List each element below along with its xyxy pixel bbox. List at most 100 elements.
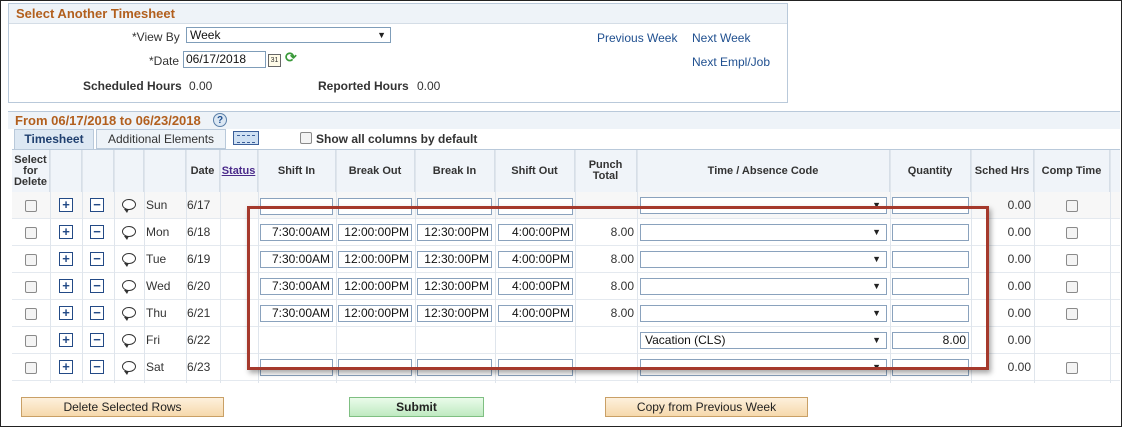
- punch-total-value: 8.00: [610, 252, 634, 266]
- day-date: 6/17: [187, 198, 211, 212]
- quantity-input[interactable]: [892, 305, 969, 322]
- shift-out-input[interactable]: 4:00:00PM: [498, 305, 573, 322]
- break-out-input[interactable]: [338, 198, 412, 215]
- comp-time-checkbox[interactable]: [1066, 254, 1078, 266]
- shift-out-input[interactable]: [498, 198, 573, 215]
- select-for-delete-checkbox[interactable]: [25, 335, 37, 347]
- quantity-input[interactable]: [892, 197, 969, 214]
- next-week-link[interactable]: Next Week: [692, 31, 750, 45]
- add-row-icon[interactable]: +: [59, 360, 73, 374]
- add-row-icon[interactable]: +: [59, 333, 73, 347]
- comp-time-checkbox[interactable]: [1066, 308, 1078, 320]
- copy-from-previous-week-button[interactable]: Copy from Previous Week: [605, 397, 808, 417]
- comment-icon[interactable]: [122, 334, 136, 348]
- comment-icon[interactable]: [122, 280, 136, 294]
- next-empl-job-link[interactable]: Next Empl/Job: [692, 55, 770, 69]
- quantity-input[interactable]: [892, 251, 969, 268]
- shift-out-input[interactable]: 4:00:00PM: [498, 224, 573, 241]
- view-all-grid-icon[interactable]: [233, 131, 259, 145]
- calendar-icon[interactable]: 31: [268, 54, 281, 67]
- break-in-input[interactable]: [417, 198, 492, 215]
- shift-in-input[interactable]: [260, 359, 333, 376]
- time-absence-code-select[interactable]: ▼: [640, 224, 887, 241]
- remove-row-icon[interactable]: −: [90, 360, 104, 374]
- col-add: [50, 150, 82, 192]
- comp-time-checkbox[interactable]: [1066, 200, 1078, 212]
- comment-icon[interactable]: [122, 199, 136, 213]
- select-for-delete-checkbox[interactable]: [25, 281, 37, 293]
- refresh-icon[interactable]: ⟳: [285, 49, 297, 66]
- quantity-input[interactable]: [892, 224, 969, 241]
- shift-in-input[interactable]: 7:30:00AM: [260, 278, 333, 295]
- remove-row-icon[interactable]: −: [90, 306, 104, 320]
- time-absence-code-select[interactable]: Vacation (CLS) ▼: [640, 332, 887, 349]
- select-for-delete-checkbox[interactable]: [25, 308, 37, 320]
- tab-timesheet[interactable]: Timesheet: [14, 129, 94, 149]
- tab-additional-elements[interactable]: Additional Elements: [96, 129, 226, 149]
- show-all-columns-checkbox[interactable]: [300, 132, 312, 144]
- time-absence-code-select[interactable]: ▼: [640, 305, 887, 322]
- day-date: 6/19: [187, 252, 211, 266]
- comment-icon[interactable]: [122, 226, 136, 240]
- quantity-input[interactable]: 8.00: [892, 332, 969, 349]
- date-field[interactable]: 06/17/2018: [183, 51, 266, 68]
- time-absence-code-select[interactable]: ▼: [640, 359, 887, 376]
- comp-time-checkbox[interactable]: [1066, 281, 1078, 293]
- break-out-input[interactable]: 12:00:00PM: [338, 224, 412, 241]
- col-status[interactable]: Status: [220, 150, 258, 192]
- break-out-input[interactable]: [338, 359, 412, 376]
- table-row: + − Mon 6/18 7:30:00AM 12:00:00PM 12:30:00PM 4:…: [12, 219, 1120, 246]
- comp-time-checkbox[interactable]: [1066, 362, 1078, 374]
- select-for-delete-checkbox[interactable]: [25, 254, 37, 266]
- shift-in-input[interactable]: 7:30:00AM: [260, 224, 333, 241]
- remove-row-icon[interactable]: −: [90, 333, 104, 347]
- previous-week-link[interactable]: Previous Week: [597, 31, 677, 45]
- add-row-icon[interactable]: +: [59, 252, 73, 266]
- shift-out-input[interactable]: 4:00:00PM: [498, 278, 573, 295]
- shift-in-input[interactable]: 7:30:00AM: [260, 305, 333, 322]
- time-absence-code-select[interactable]: ▼: [640, 197, 887, 214]
- add-row-icon[interactable]: +: [59, 279, 73, 293]
- shift-out-input[interactable]: [498, 359, 573, 376]
- quantity-input[interactable]: [892, 278, 969, 295]
- column-divider: [82, 150, 83, 383]
- comp-time-checkbox[interactable]: [1066, 227, 1078, 239]
- time-absence-code-select[interactable]: ▼: [640, 278, 887, 295]
- break-out-input[interactable]: 12:00:00PM: [338, 251, 412, 268]
- comment-icon[interactable]: [122, 361, 136, 375]
- view-by-select[interactable]: Week ▼: [186, 27, 391, 43]
- comment-icon[interactable]: [122, 307, 136, 321]
- column-divider: [1110, 150, 1111, 383]
- shift-in-input[interactable]: 7:30:00AM: [260, 251, 333, 268]
- select-for-delete-checkbox[interactable]: [25, 200, 37, 212]
- break-in-input[interactable]: [417, 359, 492, 376]
- help-icon[interactable]: ?: [213, 113, 227, 127]
- submit-button[interactable]: Submit: [349, 397, 484, 417]
- break-in-input[interactable]: 12:30:00PM: [417, 305, 492, 322]
- comment-icon[interactable]: [122, 253, 136, 267]
- shift-in-input[interactable]: [260, 198, 333, 215]
- shift-out-input[interactable]: 4:00:00PM: [498, 251, 573, 268]
- break-out-input[interactable]: 12:00:00PM: [338, 278, 412, 295]
- quantity-input[interactable]: [892, 359, 969, 376]
- sched-hrs-value: 0.00: [1007, 198, 1031, 212]
- day-name: Thu: [146, 306, 167, 320]
- remove-row-icon[interactable]: −: [90, 279, 104, 293]
- remove-row-icon[interactable]: −: [90, 198, 104, 212]
- column-divider: [336, 150, 337, 383]
- break-out-input[interactable]: 12:00:00PM: [338, 305, 412, 322]
- select-for-delete-checkbox[interactable]: [25, 227, 37, 239]
- break-in-input[interactable]: 12:30:00PM: [417, 278, 492, 295]
- add-row-icon[interactable]: +: [59, 225, 73, 239]
- remove-row-icon[interactable]: −: [90, 252, 104, 266]
- col-comp-time: Comp Time: [1034, 150, 1110, 192]
- break-in-input[interactable]: 12:30:00PM: [417, 251, 492, 268]
- column-divider: [971, 150, 972, 383]
- remove-row-icon[interactable]: −: [90, 225, 104, 239]
- add-row-icon[interactable]: +: [59, 198, 73, 212]
- time-absence-code-select[interactable]: ▼: [640, 251, 887, 268]
- add-row-icon[interactable]: +: [59, 306, 73, 320]
- delete-selected-rows-button[interactable]: Delete Selected Rows: [21, 397, 224, 417]
- break-in-input[interactable]: 12:30:00PM: [417, 224, 492, 241]
- select-for-delete-checkbox[interactable]: [25, 362, 37, 374]
